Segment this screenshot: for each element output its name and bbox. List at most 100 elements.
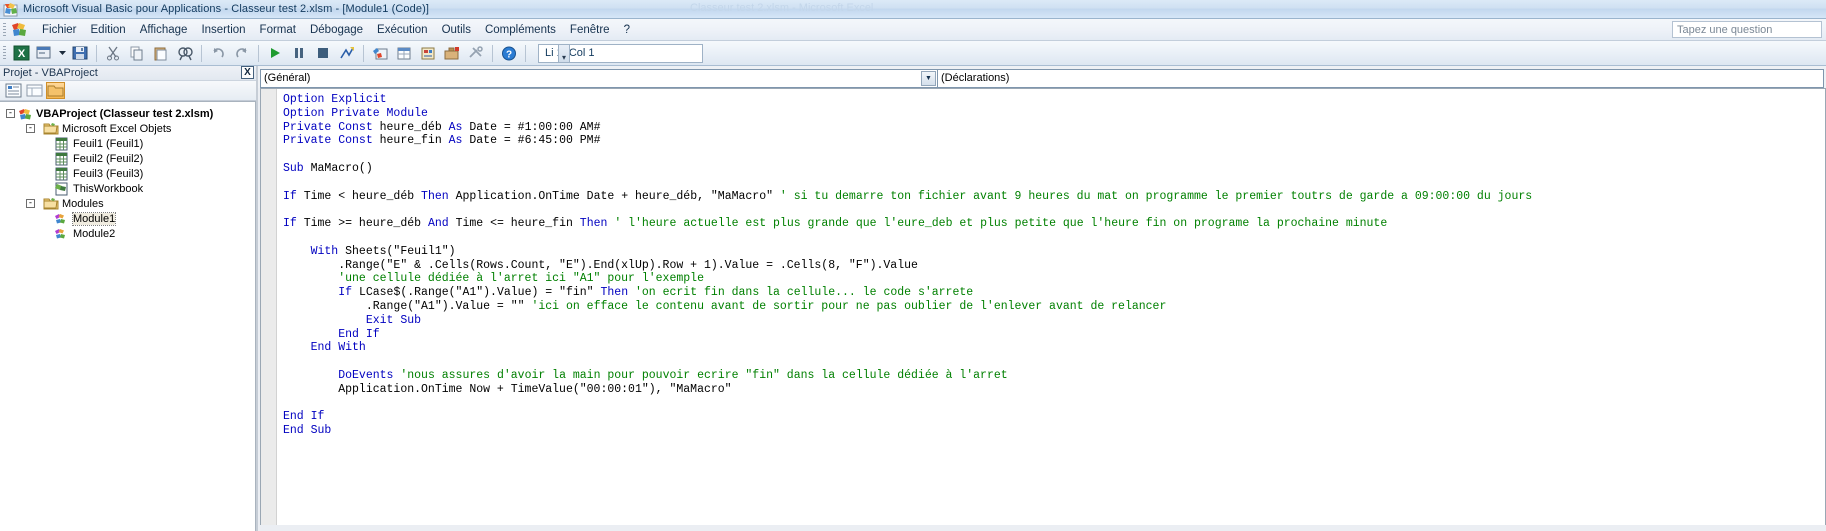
code-line: End Sub — [283, 424, 1825, 438]
tree-node-label: Feuil2 (Feuil2) — [73, 152, 144, 165]
menu-format[interactable]: Format — [253, 22, 303, 38]
procedure-combobox[interactable]: (Déclarations) — [938, 68, 1824, 88]
insert-dropdown-icon[interactable] — [58, 43, 67, 64]
tree-node-excel-objects[interactable]: - Microsoft Excel Objets — [0, 121, 255, 136]
help-icon[interactable]: ? — [498, 43, 520, 64]
code-token: Private Const — [283, 134, 380, 148]
toggle-folders-icon[interactable] — [46, 82, 65, 99]
menu-fenetre[interactable]: Fenêtre — [563, 22, 617, 38]
code-token: ' si tu demarre ton fichier avant 9 heur… — [779, 189, 1533, 203]
code-editor[interactable]: Option Explicit Option Private Module Priv… — [260, 88, 1826, 531]
tree-node-thisworkbook[interactable]: ThisWorkbook — [0, 181, 255, 196]
worksheet-icon — [54, 167, 70, 181]
ghost-window-title: Classeur test 2.xlsm - Microsoft Excel — [690, 2, 874, 14]
tools-icon[interactable] — [465, 43, 487, 64]
tree-node-modules[interactable]: - Modules — [0, 196, 255, 211]
workbook-icon — [54, 182, 70, 196]
code-token: As — [448, 134, 470, 148]
tree-node-label: Feuil3 (Feuil3) — [73, 167, 144, 180]
tree-node-feuil1[interactable]: Feuil1 (Feuil1) — [0, 136, 255, 151]
code-token: If — [283, 189, 304, 203]
tree-node-label: ThisWorkbook — [73, 182, 144, 195]
menu-debogage[interactable]: Débogage — [303, 22, 370, 38]
expander-icon[interactable]: - — [6, 109, 15, 118]
save-icon[interactable] — [69, 43, 91, 64]
tree-node-module1[interactable]: Module1 — [0, 211, 255, 226]
cut-icon[interactable] — [102, 43, 124, 64]
svg-text:?: ? — [506, 49, 512, 60]
view-object-icon[interactable] — [25, 82, 44, 99]
insert-userform-icon[interactable] — [34, 43, 56, 64]
code-token: If — [283, 217, 304, 231]
toolbar-grip[interactable] — [3, 46, 6, 60]
expander-icon[interactable]: - — [26, 199, 35, 208]
project-explorer-toolbar — [0, 81, 256, 101]
menu-insertion[interactable]: Insertion — [194, 22, 252, 38]
expander-icon[interactable]: - — [26, 124, 35, 133]
redo-icon[interactable] — [231, 43, 253, 64]
menu-bar: Fichier Edition Affichage Insertion Form… — [0, 19, 1826, 41]
toolbar-overflow-button[interactable]: ▾ — [558, 44, 570, 63]
menu-fichier[interactable]: Fichier — [35, 22, 84, 38]
code-token: LCase$(.Range("A1").Value) = "fin" — [358, 286, 601, 300]
chevron-down-icon[interactable]: ▼ — [921, 70, 936, 86]
object-browser-icon[interactable] — [417, 43, 439, 64]
code-line: With Sheets("Feuil1") — [283, 245, 1825, 259]
tree-line — [46, 151, 54, 166]
code-token: As — [448, 120, 470, 134]
project-explorer-title: Projet - VBAProject — [3, 67, 98, 79]
menu-outils[interactable]: Outils — [435, 22, 478, 38]
tree-node-vbaproject[interactable]: - VBAProject (Classeur test 2.xlsm) — [0, 106, 255, 121]
properties-window-icon[interactable] — [393, 43, 415, 64]
code-token: DoEvents — [338, 368, 401, 382]
code-window-dropdowns: (Général) ▼ (Déclarations) — [258, 66, 1826, 88]
find-icon[interactable] — [174, 43, 196, 64]
break-icon[interactable] — [288, 43, 310, 64]
code-text[interactable]: Option Explicit Option Private Module Priv… — [277, 89, 1825, 530]
code-line: Private Const heure_déb As Date = #1:00:… — [283, 121, 1825, 135]
menu-complements[interactable]: Compléments — [478, 22, 563, 38]
undo-icon[interactable] — [207, 43, 229, 64]
object-combobox-value: (Général) — [264, 72, 311, 84]
toolbar-separator — [258, 44, 259, 62]
tree-node-module2[interactable]: Module2 — [0, 226, 255, 241]
code-token: End If — [283, 410, 325, 424]
vba-application-icon — [3, 2, 19, 17]
code-line: Sub MaMacro() — [283, 162, 1825, 176]
margin-indicator-bar[interactable] — [261, 89, 277, 530]
menu-grip[interactable] — [3, 22, 6, 37]
menu-help[interactable]: ? — [617, 22, 637, 38]
code-token: heure_déb — [379, 120, 449, 134]
module-icon — [54, 227, 70, 241]
view-excel-icon[interactable]: X — [10, 43, 32, 64]
tree-node-feuil3[interactable]: Feuil3 (Feuil3) — [0, 166, 255, 181]
vbaproject-icon — [17, 107, 33, 121]
code-token: If — [338, 286, 359, 300]
code-token: End If — [283, 327, 380, 341]
menu-affichage[interactable]: Affichage — [133, 22, 195, 38]
paste-icon[interactable] — [150, 43, 172, 64]
toolbox-icon[interactable] — [441, 43, 463, 64]
tree-line — [46, 166, 54, 181]
menu-edition[interactable]: Edition — [84, 22, 133, 38]
code-line: Option Explicit — [283, 93, 1825, 107]
menu-execution[interactable]: Exécution — [370, 22, 435, 38]
ask-a-question-input[interactable]: Tapez une question — [1672, 21, 1822, 38]
code-token: 'une cellule dédiée à l'arret ici "A1" p… — [283, 272, 704, 286]
project-explorer-icon[interactable] — [369, 43, 391, 64]
code-line: If Time < heure_déb Then Application.OnT… — [283, 190, 1825, 204]
tree-line — [46, 181, 54, 196]
close-icon[interactable]: X — [241, 66, 254, 79]
project-tree[interactable]: - VBAProject (Classeur test 2.xlsm) - Mi… — [0, 101, 256, 531]
object-combobox[interactable]: (Général) ▼ — [260, 68, 938, 88]
copy-icon[interactable] — [126, 43, 148, 64]
reset-icon[interactable] — [312, 43, 334, 64]
code-token: .Range("E" & .Cells(Rows.Count, "E").End… — [283, 258, 918, 272]
view-code-icon[interactable] — [4, 82, 23, 99]
procedure-combobox-value: (Déclarations) — [941, 72, 1010, 84]
module-icon — [54, 212, 70, 226]
tree-node-feuil2[interactable]: Feuil2 (Feuil2) — [0, 151, 255, 166]
design-mode-icon[interactable] — [336, 43, 358, 64]
run-icon[interactable] — [264, 43, 286, 64]
